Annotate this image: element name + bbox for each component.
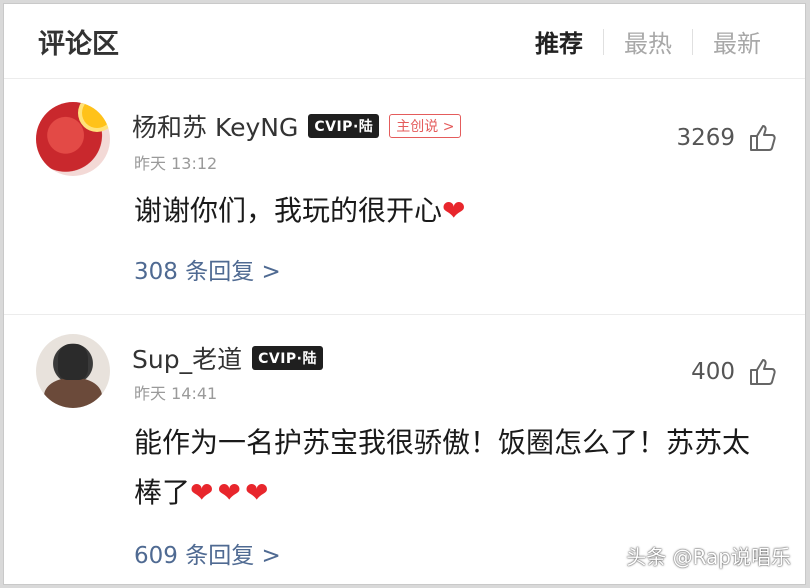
comment-item: 杨和苏 KeyNG CVIP·陆 主创说 > 昨天 13:12 3269 谢谢你… xyxy=(4,90,805,330)
comment-text: 能作为一名护苏宝我很骄傲！饭圈怎么了！苏苏太棒了❤❤❤ xyxy=(134,418,775,518)
view-replies-link[interactable]: 308 条回复 > xyxy=(134,252,281,286)
sun-icon xyxy=(82,102,110,128)
comment-header: 评论区 推荐 最热 最新 xyxy=(4,4,805,78)
like-button[interactable]: 400 xyxy=(691,356,779,388)
comment-item: Sup_老道 CVIP·陆 昨天 14:41 400 能作为一名护苏宝我很骄傲！… xyxy=(4,322,805,569)
thumbs-up-icon xyxy=(750,359,776,385)
avatar-mask xyxy=(58,344,88,380)
vip-badge: CVIP·陆 xyxy=(308,114,380,138)
author-name[interactable]: 杨和苏 KeyNG xyxy=(132,108,298,144)
comment-author-row: Sup_老道 CVIP·陆 xyxy=(132,340,323,376)
page-title: 评论区 xyxy=(38,29,119,60)
header-divider xyxy=(4,78,805,79)
like-count: 400 xyxy=(691,359,735,385)
comment-time: 昨天 14:41 xyxy=(134,384,218,403)
creator-badge[interactable]: 主创说 > xyxy=(389,114,462,138)
like-count: 3269 xyxy=(676,125,735,151)
heart-emoji: ❤ xyxy=(442,194,470,227)
comment-author-row: 杨和苏 KeyNG CVIP·陆 主创说 > xyxy=(132,108,462,144)
thumbs-up-icon xyxy=(750,125,776,151)
watermark: 头条 @Rap说唱乐 xyxy=(626,545,791,569)
view-replies-link[interactable]: 609 条回复 > xyxy=(134,536,281,570)
avatar[interactable] xyxy=(36,334,110,408)
avatar-figure xyxy=(44,378,102,408)
comment-panel: 评论区 推荐 最热 最新 杨和苏 KeyNG CVIP·陆 主创说 > 昨天 1… xyxy=(3,3,806,585)
author-name[interactable]: Sup_老道 xyxy=(132,340,242,376)
tab-hottest[interactable]: 最热 xyxy=(604,24,692,59)
tab-recommended[interactable]: 推荐 xyxy=(515,24,603,59)
comment-text: 谢谢你们，我玩的很开心❤ xyxy=(134,186,775,236)
comment-divider xyxy=(4,314,805,315)
vip-badge: CVIP·陆 xyxy=(252,346,323,370)
comment-time: 昨天 13:12 xyxy=(134,154,218,173)
like-button[interactable]: 3269 xyxy=(676,122,779,154)
comment-body: 谢谢你们，我玩的很开心 xyxy=(134,194,443,227)
avatar[interactable] xyxy=(36,102,110,176)
sort-tabs: 推荐 最热 最新 xyxy=(515,24,781,59)
tab-newest[interactable]: 最新 xyxy=(693,24,781,59)
heart-emoji: ❤❤❤ xyxy=(190,476,273,509)
